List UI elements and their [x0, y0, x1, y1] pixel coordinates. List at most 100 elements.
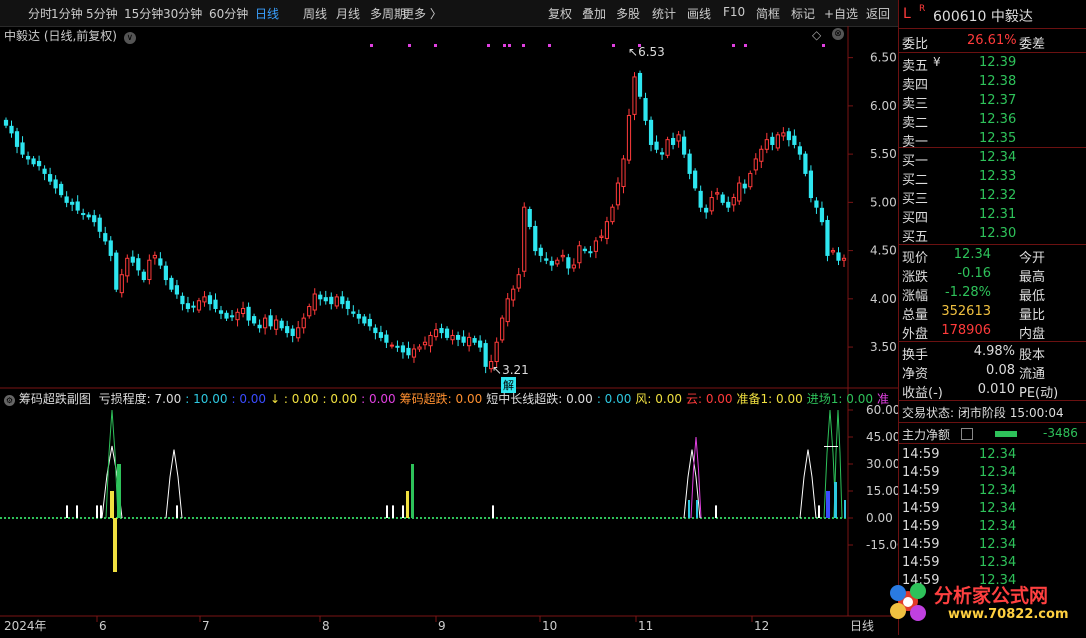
tab-10[interactable]: 更多 〉 — [402, 5, 442, 22]
ask-mark: ¥ — [933, 55, 941, 69]
candle-body — [632, 76, 637, 115]
candle-body — [670, 137, 676, 145]
toolbar-button-3[interactable]: 统计 — [652, 5, 676, 22]
diamond-icon[interactable]: ◇ — [812, 28, 821, 42]
site-watermark-logo: 分析家公式网 www.70822.com — [870, 575, 1086, 635]
candle-body — [643, 98, 648, 121]
signal-dots — [370, 44, 825, 47]
tab-2[interactable]: 5分钟 — [86, 5, 118, 22]
toolbar-button-6[interactable]: 简框 — [756, 5, 780, 22]
candle-body — [593, 240, 599, 252]
indicator-item: : 0.00 — [323, 392, 358, 406]
indicator-bar — [66, 505, 68, 518]
toolbar-button-7[interactable]: 标记 — [791, 5, 815, 22]
toolbar-button-9[interactable]: 返回 — [866, 5, 890, 22]
y-tick-label: 6.50 — [870, 51, 897, 65]
signal-dot — [732, 44, 735, 47]
ask-level-label: 卖五 — [902, 59, 929, 74]
ask-price[interactable]: 12.35 — [979, 131, 1016, 146]
quote-value: 12.34 — [953, 247, 991, 262]
candle-body — [533, 225, 538, 252]
candle-body — [59, 183, 64, 196]
toolbar-button-0[interactable]: 复权 — [548, 5, 572, 22]
candle-body — [152, 254, 157, 259]
weibi-label: 委比 — [902, 37, 929, 52]
candle-body — [202, 296, 207, 303]
candle-body — [665, 139, 670, 156]
tick-price: 12.34 — [979, 465, 1017, 480]
tick-time: 14:59 — [902, 483, 940, 498]
candle-body — [235, 311, 240, 321]
trade-status-value: 闭市阶段 — [957, 406, 1006, 420]
candle-body — [428, 334, 433, 347]
candle-body — [654, 141, 659, 150]
tab-9[interactable]: 多周期 — [370, 5, 406, 22]
bid-price[interactable]: 12.31 — [979, 207, 1016, 222]
candle-body — [103, 233, 108, 242]
toolbar-button-1[interactable]: 叠加 — [582, 5, 606, 22]
toolbar-button-5[interactable]: F10 — [723, 5, 745, 19]
candle-body — [86, 214, 91, 218]
quote-label: 涨跌 — [902, 270, 929, 285]
tab-1[interactable]: 1分钟 — [51, 5, 83, 22]
tab-5[interactable]: 60分钟 — [209, 5, 248, 22]
gear-icon[interactable]: ⚙ — [4, 395, 15, 406]
candle-body — [81, 213, 86, 216]
toolbar-button-2[interactable]: 多股 — [616, 5, 640, 22]
indicator-name[interactable]: 筹码超跌副图 — [19, 392, 91, 406]
chart-close-icon[interactable]: ⊗ — [832, 28, 844, 40]
stat-label: 换手 — [902, 348, 929, 363]
indicator-bar — [76, 505, 78, 518]
candle-body — [318, 294, 323, 300]
stock-name: 中毅达 — [990, 9, 1033, 25]
candle-body — [42, 168, 47, 174]
candle-body — [92, 215, 97, 223]
indicator-item: 准 — [877, 392, 889, 406]
tab-4[interactable]: 30分钟 — [163, 5, 202, 22]
list-icon[interactable] — [961, 428, 973, 440]
candle-body — [472, 338, 477, 343]
candle-body — [538, 247, 543, 256]
toolbar-button-8[interactable]: +自选 — [824, 5, 858, 22]
y-tick-label: 5.50 — [870, 147, 897, 161]
ask-price[interactable]: 12.38 — [979, 74, 1016, 89]
candle-body — [544, 258, 549, 261]
tab-3[interactable]: 15分钟 — [124, 5, 163, 22]
indicator-item: 进场1: 0.00 — [807, 392, 873, 406]
indicator-item-value: 0.00 — [846, 392, 873, 406]
ask-price[interactable]: 12.36 — [979, 112, 1016, 127]
tab-0[interactable]: 分时 — [28, 5, 52, 22]
tick-price: 12.34 — [979, 519, 1017, 534]
candle-body — [290, 328, 295, 336]
indicator-y-tick: -15.00 — [866, 538, 898, 552]
indicator-item: 准备1: 0.00 — [737, 392, 803, 406]
chevron-down-icon[interactable]: ∨ — [123, 32, 136, 44]
tick-time: 14:59 — [902, 519, 940, 534]
indicator-item-value: 0.00 — [330, 392, 358, 406]
y-tick-label: 3.50 — [870, 340, 897, 354]
net-flow-label: 主力净额 — [902, 428, 951, 442]
logo-url: www.70822.com — [948, 607, 1069, 622]
tick-price: 12.34 — [979, 501, 1017, 516]
candle-body — [362, 316, 367, 324]
ask-price[interactable]: 12.39 — [979, 55, 1016, 70]
tab-8[interactable]: 月线 — [336, 5, 360, 22]
bid-price[interactable]: 12.32 — [979, 188, 1016, 203]
bid-price[interactable]: 12.34 — [979, 150, 1016, 165]
candle-body — [163, 265, 168, 281]
tab-6[interactable]: 日线 — [255, 5, 279, 22]
bid-price[interactable]: 12.33 — [979, 169, 1016, 184]
indicator-item-value: 0.00 — [655, 392, 682, 406]
indicator-bar — [100, 505, 102, 518]
bid-price[interactable]: 12.30 — [979, 226, 1016, 241]
kline-chart-area[interactable]: 6.50 6.00 5.50 5.00 4.50 4.00 3.50 6 0.00 45.00 30… — [0, 26, 898, 635]
toolbar-button-4[interactable]: 画线 — [687, 5, 711, 22]
high-price-value: 6.53 — [638, 45, 665, 59]
ask-price[interactable]: 12.37 — [979, 93, 1016, 108]
tick-price: 12.34 — [979, 447, 1017, 462]
tab-7[interactable]: 周线 — [303, 5, 327, 22]
quote-value: 352613 — [941, 304, 991, 319]
candle-body — [808, 170, 814, 199]
candlestick-series — [3, 70, 847, 374]
x-axis-label: 6 — [99, 619, 107, 633]
